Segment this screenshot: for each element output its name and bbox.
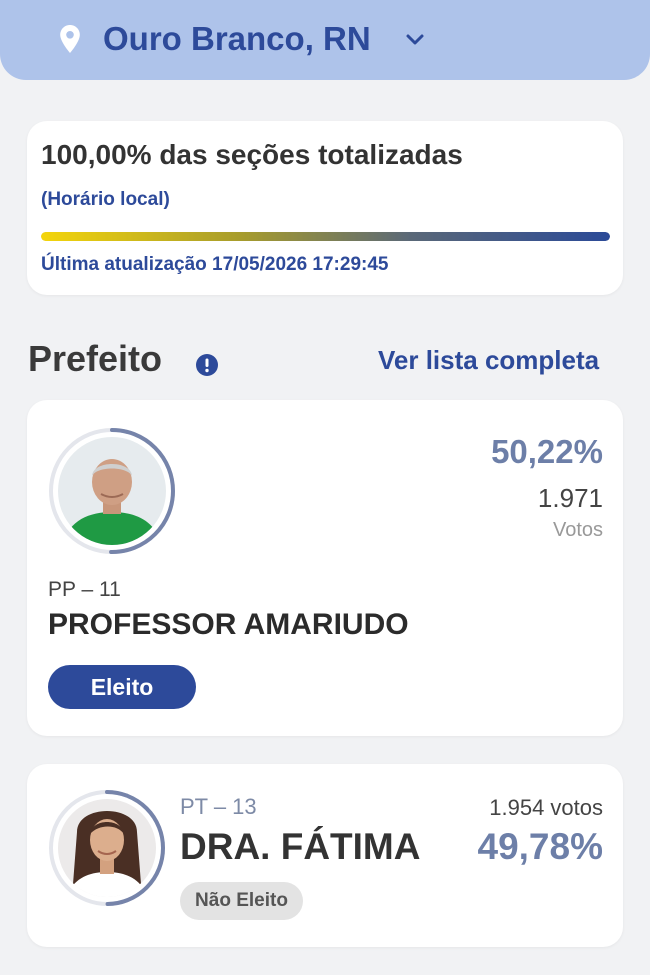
- map-pin-icon: [60, 25, 80, 53]
- vote-percentage: 50,22%: [491, 433, 603, 470]
- party-number: PT – 13: [180, 794, 257, 819]
- info-icon[interactable]: [195, 353, 219, 377]
- section-title: Prefeito: [28, 338, 163, 379]
- party-number: PP – 11: [48, 578, 121, 601]
- vote-count: 1.954 votos: [489, 795, 603, 820]
- last-update-text: Última atualização 17/05/2026 17:29:45: [41, 254, 389, 275]
- candidate-name: PROFESSOR AMARIUDO: [48, 608, 409, 641]
- header-bar: Ouro Branco, RN: [0, 0, 650, 80]
- progress-fill: [41, 232, 610, 241]
- candidate-card[interactable]: 50,22% 1.971 Votos PP – 11 PROFESSOR AMA…: [27, 400, 623, 736]
- candidate-card[interactable]: PT – 13 DRA. FÁTIMA 1.954 votos 49,78% N…: [27, 764, 623, 947]
- totalization-title: 100,00% das seções totalizadas: [41, 139, 463, 170]
- location-selector[interactable]: Ouro Branco, RN: [103, 18, 371, 60]
- candidate-name: DRA. FÁTIMA: [180, 826, 421, 867]
- candidate-avatar: [47, 788, 167, 908]
- local-time-note: (Horário local): [41, 189, 170, 210]
- totalization-progress-bar: [41, 232, 610, 241]
- vote-count: 1.971: [537, 483, 603, 513]
- elected-badge: Eleito: [48, 665, 196, 709]
- votes-label: Votos: [552, 519, 603, 541]
- candidate-avatar: [47, 426, 177, 556]
- vote-percentage: 49,78%: [477, 826, 604, 867]
- totalization-card: 100,00% das seções totalizadas (Horário …: [27, 121, 623, 295]
- chevron-down-icon[interactable]: [404, 30, 426, 50]
- see-full-list-link[interactable]: Ver lista completa: [378, 345, 599, 376]
- not-elected-badge: Não Eleito: [180, 882, 303, 920]
